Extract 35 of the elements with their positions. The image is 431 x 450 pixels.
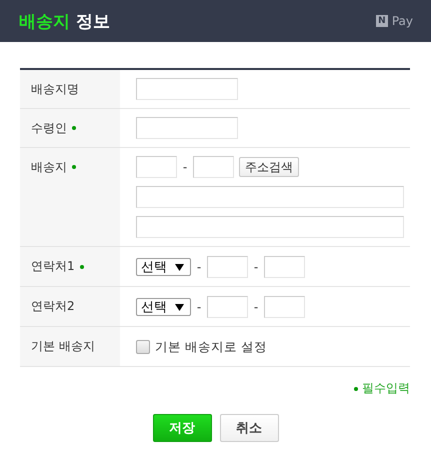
- zip-field[interactable]: [136, 156, 177, 178]
- dropdown-arrow-icon: [175, 264, 184, 270]
- phone-field[interactable]: [264, 296, 305, 318]
- phone-field[interactable]: [264, 256, 305, 278]
- separator: -: [196, 300, 202, 314]
- brand-name: Pay: [392, 14, 413, 28]
- separator: -: [182, 160, 188, 174]
- phone-field[interactable]: [207, 296, 248, 318]
- dropdown-arrow-icon: [175, 304, 184, 310]
- separator: -: [252, 260, 260, 274]
- separator: -: [196, 260, 202, 274]
- checkbox[interactable]: [136, 340, 150, 354]
- required-dot-icon: [354, 386, 358, 390]
- field-label: 연락처2: [31, 298, 75, 315]
- address-detail-field[interactable]: [136, 216, 404, 238]
- address-field[interactable]: [136, 186, 404, 208]
- field-label: 연락처1: [31, 258, 75, 275]
- brand-badge: N: [376, 15, 388, 27]
- field-label: 배송지: [31, 159, 67, 176]
- checkbox-label: 기본 배송지로 설정: [155, 338, 267, 356]
- dropdown[interactable]: 선택: [136, 258, 191, 276]
- page-title-highlight: 배송지: [19, 10, 70, 32]
- zip-field[interactable]: [193, 156, 234, 178]
- separator: -: [252, 300, 260, 314]
- cancel-button[interactable]: 취소: [220, 414, 278, 442]
- field-label: 기본 배송지: [31, 338, 95, 355]
- field-label: 수령인: [31, 120, 67, 136]
- required-legend: 필수입력: [362, 380, 410, 397]
- field-label: 배송지명: [31, 80, 79, 98]
- page-title: 정보: [76, 10, 110, 32]
- dropdown[interactable]: 선택: [136, 298, 191, 316]
- phone-field[interactable]: [207, 256, 248, 278]
- input-field[interactable]: [136, 78, 238, 100]
- address-search-button[interactable]: 주소검색: [239, 157, 299, 177]
- input-field[interactable]: [136, 117, 238, 139]
